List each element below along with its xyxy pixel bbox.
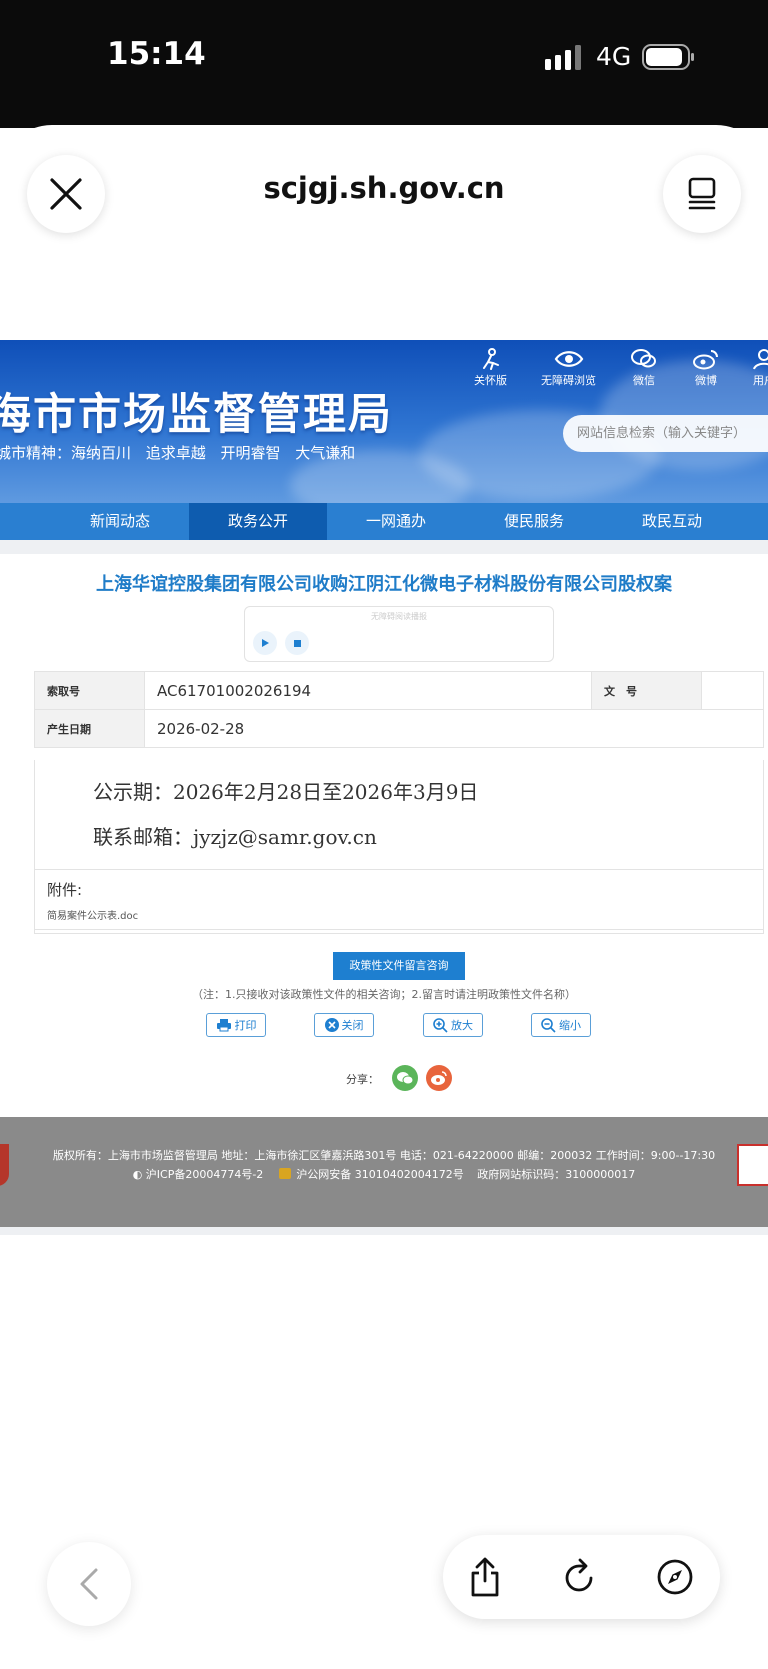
table-row: 索取号 AC61701002026194 文 号: [34, 671, 764, 710]
status-time: 15:14: [107, 36, 206, 72]
nav-one-stop[interactable]: 一网通办: [327, 503, 465, 540]
print-icon: [216, 1019, 231, 1032]
consult-note: （注：1.只接收对该政策性文件的相关咨询；2.留言时请注明政策性文件名称）: [192, 988, 576, 1001]
site-title: 海市市场监督管理局: [0, 390, 393, 440]
care-mode-icon: [482, 348, 499, 370]
audio-label: 无障碍阅读播报: [371, 612, 427, 621]
status-bar: 15:14 4G: [0, 0, 768, 128]
tool-label: 微博: [695, 374, 717, 387]
article-title: 上海华谊控股集团有限公司收购江阴江化微电子材料股份有限公司股权案: [96, 574, 672, 595]
reader-button[interactable]: [663, 155, 741, 233]
tool-label: 无障碍浏览: [541, 374, 596, 387]
close-label: 关闭: [341, 1019, 364, 1032]
wechat-icon: [631, 349, 656, 368]
nav-services[interactable]: 便民服务: [465, 503, 603, 540]
share-wechat-button[interactable]: [392, 1065, 418, 1091]
zoom-out-button[interactable]: 缩小: [531, 1013, 591, 1037]
site-header: 海市市场监督管理局 城市精神：海纳百川 追求卓越 开明睿智 大气谦和 关怀版 无…: [0, 340, 768, 503]
reload-button[interactable]: [557, 1555, 601, 1599]
play-button[interactable]: [253, 631, 277, 655]
zoom-out-icon: [541, 1017, 556, 1033]
print-label: 打印: [234, 1019, 257, 1032]
weibo-icon: [431, 1070, 447, 1085]
accessibility-link[interactable]: 无障碍浏览: [541, 348, 596, 388]
attachment-label: 附件:: [47, 881, 83, 899]
icp-icon: ◐: [132, 1168, 143, 1181]
divider: [0, 540, 768, 554]
nav-news[interactable]: 新闻动态: [51, 503, 189, 540]
nav-interaction[interactable]: 政民互动: [603, 503, 741, 540]
user-link[interactable]: 用户: [752, 348, 768, 388]
icp-number[interactable]: 沪ICP备20004774号-2: [146, 1168, 264, 1181]
contact-email: 联系邮箱：jyzjz@samr.gov.cn: [93, 825, 377, 849]
zoom-in-icon: [433, 1017, 448, 1033]
stop-button[interactable]: [285, 631, 309, 655]
audio-player: 无障碍阅读播报: [244, 606, 554, 662]
tool-label: 微信: [633, 374, 655, 387]
meta-table: 索取号 AC61701002026194 文 号 产生日期 2026-02-28: [34, 671, 764, 748]
share-label: 分享：: [346, 1073, 379, 1086]
error-report-badge-icon[interactable]: [737, 1144, 768, 1186]
share-weibo-button[interactable]: [426, 1065, 452, 1091]
signal-icon: [545, 45, 581, 70]
print-button[interactable]: 打印: [206, 1013, 266, 1037]
divider: [0, 1227, 768, 1235]
page-menu-icon: [688, 177, 716, 210]
site-search-input[interactable]: 网站信息检索（输入关键字）: [563, 415, 768, 452]
share-icon: [471, 1557, 499, 1597]
police-badge-icon: [278, 1168, 291, 1179]
attachment-box: 附件: 简易案件公示表.doc: [34, 869, 764, 930]
police-record[interactable]: 沪公网安备 31010402004172号: [296, 1168, 463, 1181]
notice-period: 公示期：2026年2月28日至2026年3月9日: [93, 780, 479, 804]
browser-sheet: scjgj.sh.gov.cn 海市市场监督管理局 城市精神：海纳百川 追求卓越…: [0, 125, 768, 1669]
eye-icon: [554, 351, 583, 367]
site-footer: 版权所有：上海市市场监督管理局 地址：上海市徐汇区肇嘉浜路301号 电话：021…: [0, 1117, 768, 1227]
nav-gov-affairs[interactable]: 政务公开: [189, 503, 327, 540]
footer-registration: ◐ 沪ICP备20004774号-2 沪公网安备 31010402004172号…: [0, 1166, 768, 1182]
zoom-in-button[interactable]: 放大: [423, 1013, 483, 1037]
care-mode-link[interactable]: 关怀版: [474, 348, 507, 388]
safari-button[interactable]: [653, 1555, 697, 1599]
wechat-link[interactable]: 微信: [630, 348, 658, 388]
table-row: 产生日期 2026-02-28: [34, 709, 764, 748]
footer-copyright: 版权所有：上海市市场监督管理局 地址：上海市徐汇区肇嘉浜路301号 电话：021…: [52, 1149, 716, 1162]
user-icon: [753, 349, 768, 370]
network-type: 4G: [596, 42, 632, 71]
stop-icon: [293, 639, 301, 647]
compass-icon: [657, 1559, 693, 1595]
back-button[interactable]: [47, 1542, 131, 1626]
weibo-icon: [693, 350, 718, 370]
doc-no-label: 文 号: [591, 671, 702, 710]
site-code: 政府网站标识码：3100000017: [477, 1168, 636, 1181]
close-circle-icon: [324, 1018, 339, 1032]
attachment-file-link[interactable]: 简易案件公示表.doc: [47, 907, 138, 922]
tool-label: 用户: [753, 374, 768, 387]
web-content: 海市市场监督管理局 城市精神：海纳百川 追求卓越 开明睿智 大气谦和 关怀版 无…: [0, 340, 768, 1435]
play-icon: [262, 639, 269, 647]
index-label: 索取号: [34, 671, 145, 710]
index-value: AC61701002026194: [144, 671, 592, 710]
zoom-in-label: 放大: [451, 1019, 473, 1032]
wechat-icon: [397, 1071, 414, 1084]
date-label: 产生日期: [34, 709, 145, 748]
consult-button[interactable]: 政策性文件留言咨询: [333, 952, 465, 980]
share-button[interactable]: [463, 1555, 507, 1599]
zoom-out-label: 缩小: [559, 1019, 581, 1032]
doc-no-value: [701, 671, 764, 710]
chevron-left-icon: [80, 1568, 98, 1600]
tool-label: 关怀版: [474, 374, 507, 387]
url-text[interactable]: scjgj.sh.gov.cn: [0, 171, 768, 205]
browser-actions: [443, 1535, 720, 1619]
main-nav: 新闻动态 政务公开 一网通办 便民服务 政民互动: [0, 503, 768, 540]
close-page-button[interactable]: 关闭: [314, 1013, 374, 1037]
battery-icon: [642, 44, 694, 70]
date-value: 2026-02-28: [144, 709, 764, 748]
site-motto: 城市精神：海纳百川 追求卓越 开明睿智 大气谦和: [0, 444, 356, 462]
reload-icon: [565, 1558, 593, 1592]
weibo-link[interactable]: 微博: [692, 348, 720, 388]
